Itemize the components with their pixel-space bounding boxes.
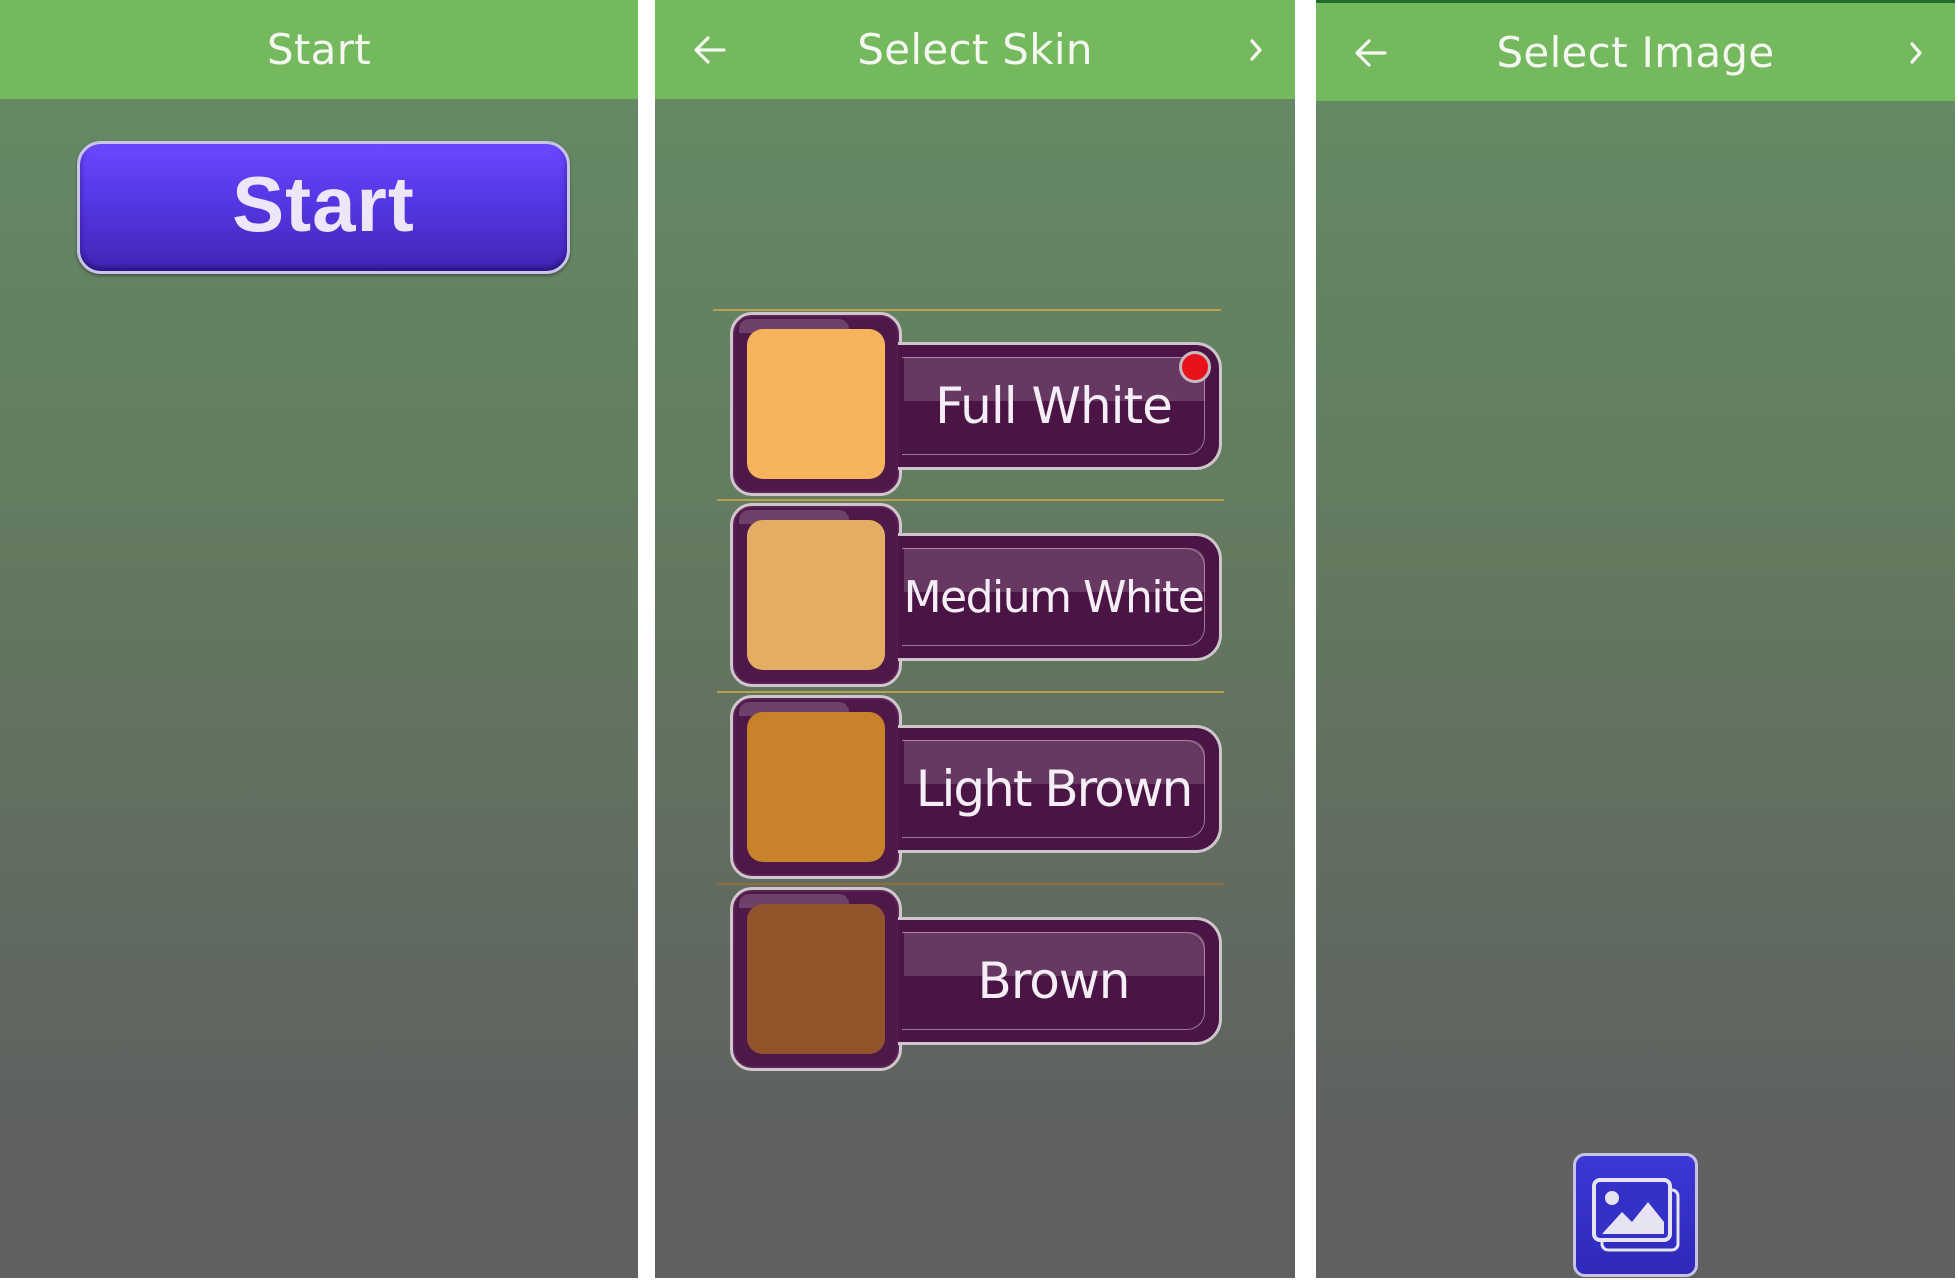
arrow-left-icon: [694, 35, 726, 64]
divider: [717, 499, 1224, 501]
skin-swatch: [747, 329, 885, 479]
screen-title: Select Skin: [857, 25, 1093, 74]
skin-option-light-brown[interactable]: Light Brown: [730, 695, 1230, 881]
swatch-frame: [730, 887, 902, 1071]
select-image-screen: Select Image: [1316, 0, 1955, 1278]
start-button-label: Start: [232, 160, 415, 248]
app-bar: Select Image: [1316, 3, 1955, 101]
app-bar: Start: [0, 0, 638, 99]
skin-label-bar: Medium White: [898, 533, 1222, 661]
image-gallery-icon: [1591, 1178, 1679, 1252]
skin-label: Full White: [935, 377, 1173, 435]
skin-label-bar: Full White: [898, 342, 1222, 470]
arrow-left-icon: [1355, 38, 1387, 67]
skin-label: Brown: [977, 952, 1131, 1010]
skin-label-bar: Brown: [898, 917, 1222, 1045]
skin-label: Medium White: [903, 571, 1205, 623]
start-button[interactable]: Start: [77, 141, 570, 274]
skin-swatch: [747, 904, 885, 1054]
swatch-frame: [730, 695, 902, 879]
start-screen: Start Start: [0, 0, 638, 1278]
selected-indicator-icon: [1179, 351, 1211, 383]
app-bar: Select Skin: [655, 0, 1295, 99]
divider: [717, 691, 1224, 693]
swatch-frame: [730, 503, 902, 687]
screen-title: Select Image: [1496, 27, 1775, 77]
screen-title: Start: [266, 25, 372, 74]
back-button[interactable]: [1336, 3, 1406, 102]
back-button[interactable]: [675, 0, 745, 99]
gallery-button[interactable]: [1573, 1153, 1698, 1277]
skin-option-brown[interactable]: Brown: [730, 887, 1230, 1073]
divider: [717, 883, 1224, 885]
forward-button[interactable]: [1221, 0, 1291, 99]
forward-button[interactable]: [1881, 3, 1951, 102]
skin-label: Light Brown: [915, 760, 1194, 818]
skin-option-medium-white[interactable]: Medium White: [730, 503, 1230, 689]
skin-swatch: [747, 712, 885, 862]
select-skin-screen: Select Skin Full White Medium White Ligh…: [655, 0, 1295, 1278]
skin-label-bar: Light Brown: [898, 725, 1222, 853]
swatch-frame: [730, 312, 902, 496]
chevron-right-icon: [1250, 38, 1262, 61]
skin-option-full-white[interactable]: Full White: [730, 312, 1230, 498]
chevron-right-icon: [1910, 41, 1922, 64]
skin-swatch: [747, 520, 885, 670]
divider: [713, 309, 1221, 311]
